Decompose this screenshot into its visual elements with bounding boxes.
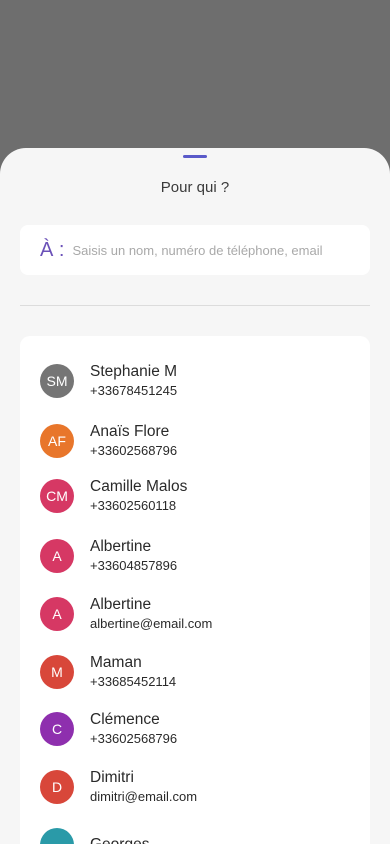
avatar xyxy=(40,828,74,844)
contact-detail: +33602568796 xyxy=(90,731,178,746)
avatar: A xyxy=(40,597,74,631)
contact-item[interactable]: SM Stephanie M +33678451245 xyxy=(40,359,360,403)
contact-name: Dimitri xyxy=(90,769,134,786)
divider xyxy=(20,305,370,306)
contact-name: Albertine xyxy=(90,538,152,555)
sheet-drag-handle[interactable] xyxy=(183,155,207,158)
contact-detail: +33602568796 xyxy=(90,443,178,458)
avatar: D xyxy=(40,770,74,804)
contact-name: Stephanie M xyxy=(90,363,178,380)
contact-item[interactable]: A Albertine albertine@email.com xyxy=(40,592,360,636)
contact-detail: albertine@email.com xyxy=(90,616,213,631)
recipient-search-field[interactable]: À : xyxy=(20,225,370,275)
to-label: À : xyxy=(40,238,65,261)
contact-item[interactable]: Georges xyxy=(40,823,360,844)
contact-detail: +33685452114 xyxy=(90,674,177,689)
contact-item[interactable]: M Maman +33685452114 xyxy=(40,650,360,694)
sheet-title: Pour qui ? xyxy=(160,179,230,196)
avatar: CM xyxy=(40,479,74,513)
avatar: M xyxy=(40,655,74,689)
contact-name: Camille Malos xyxy=(90,478,188,495)
contact-detail: dimitri@email.com xyxy=(90,789,198,804)
contact-name: Albertine xyxy=(90,596,152,613)
contact-name: Clémence xyxy=(90,711,160,728)
contact-list: SM Stephanie M +33678451245 AF Anaïs Flor… xyxy=(20,336,370,844)
contact-item[interactable]: D Dimitri dimitri@email.com xyxy=(40,765,360,809)
contact-item[interactable]: C Clémence +33602568796 xyxy=(40,707,360,751)
contact-name: Anaïs Flore xyxy=(90,423,170,440)
contact-name: Georges xyxy=(90,835,149,844)
contact-detail: +33604857896 xyxy=(90,558,178,573)
avatar: C xyxy=(40,712,74,746)
contact-item[interactable]: AF Anaïs Flore +33602568796 xyxy=(40,419,360,463)
avatar: A xyxy=(40,539,74,573)
recipient-bottom-sheet: Pour qui ? À : SM Stephanie M +3367845124… xyxy=(0,148,390,844)
contact-item[interactable]: CM Camille Malos +33602560118 xyxy=(40,474,360,518)
recipient-search-input[interactable] xyxy=(72,242,370,258)
contact-name: Maman xyxy=(90,654,142,671)
avatar: AF xyxy=(40,424,74,458)
avatar: SM xyxy=(40,364,74,398)
contact-detail: +33602560118 xyxy=(90,498,177,513)
contact-item[interactable]: A Albertine +33604857896 xyxy=(40,534,360,578)
contact-detail: +33678451245 xyxy=(90,383,178,398)
